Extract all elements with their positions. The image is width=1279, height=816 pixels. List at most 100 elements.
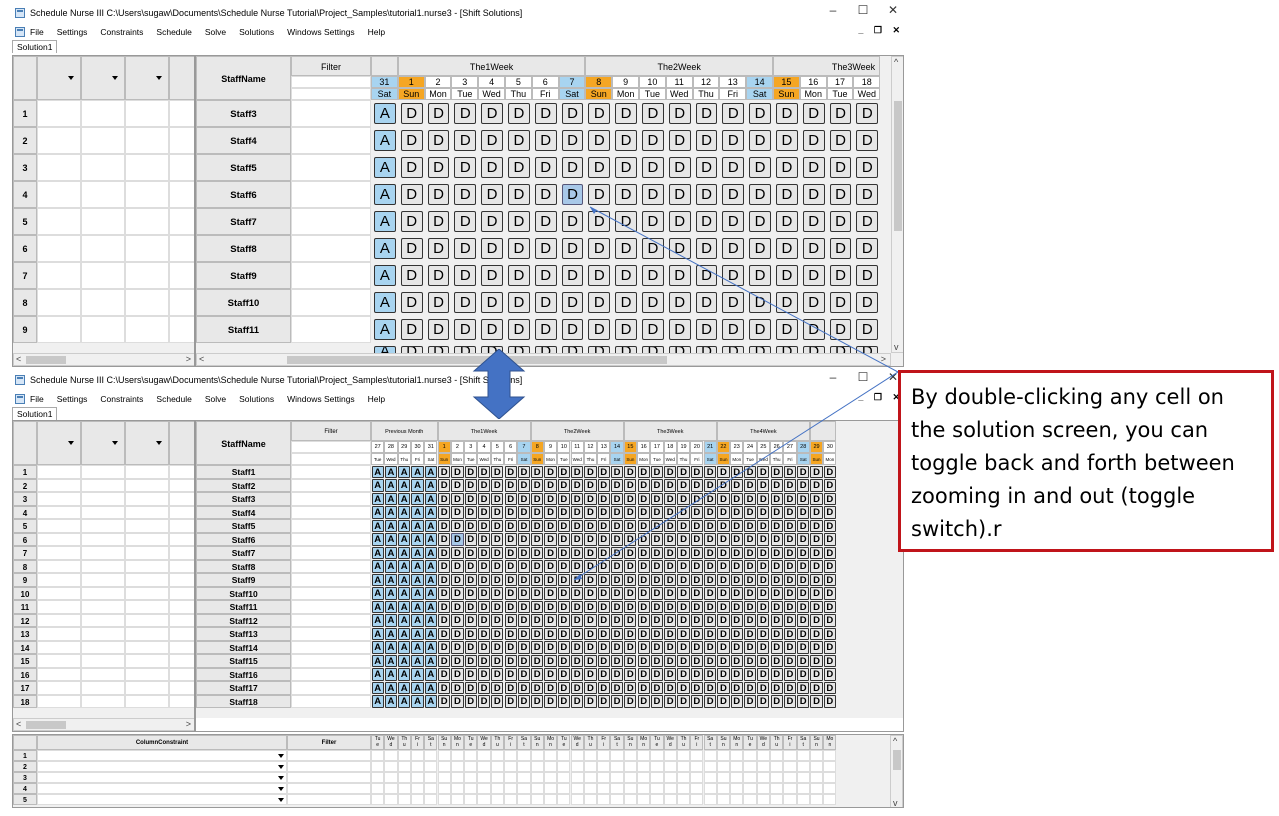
shift-cell[interactable]: D	[561, 292, 584, 313]
shift-cell[interactable]: D	[615, 130, 637, 151]
filter-cell[interactable]	[291, 235, 371, 262]
shift-cell[interactable]: D	[704, 600, 717, 613]
shift-cell[interactable]: D	[477, 560, 491, 573]
menu-windows-settings[interactable]: Windows Settings	[287, 27, 355, 37]
shift-cell[interactable]: D	[749, 292, 771, 313]
constraint-cell[interactable]	[783, 794, 797, 805]
shift-cell[interactable]: D	[690, 546, 703, 559]
constraint-cell[interactable]	[823, 772, 837, 783]
shift-cell[interactable]: D	[481, 319, 503, 340]
shift-cell[interactable]: D	[695, 184, 718, 205]
shift-cell[interactable]: D	[557, 627, 570, 640]
constraint-cell[interactable]	[770, 783, 784, 794]
shift-cell[interactable]: A	[411, 681, 424, 694]
shift-cell[interactable]: D	[704, 614, 717, 627]
shift-cell[interactable]: D	[757, 587, 770, 600]
shift-cell[interactable]: D	[637, 695, 650, 708]
shift-cell[interactable]: D	[491, 695, 504, 708]
shift-cell[interactable]: D	[677, 479, 690, 492]
menu-settings[interactable]: Settings	[57, 394, 88, 404]
shift-cell[interactable]: D	[531, 600, 544, 613]
horizontal-scrollbar[interactable]: < >	[13, 353, 194, 366]
constraint-cell[interactable]	[477, 783, 491, 794]
filter-cell[interactable]	[81, 478, 125, 492]
shift-cell[interactable]: D	[451, 560, 464, 573]
shift-cell[interactable]: D	[571, 506, 584, 519]
shift-cell[interactable]: D	[730, 492, 743, 505]
shift-cell[interactable]: D	[690, 519, 703, 532]
constraint-cell[interactable]	[637, 772, 651, 783]
constraint-cell[interactable]	[756, 750, 770, 761]
shift-cell[interactable]: D	[504, 560, 517, 573]
constraint-cell[interactable]	[504, 750, 518, 761]
shift-cell[interactable]: D	[856, 265, 879, 286]
shift-cell[interactable]: D	[544, 546, 557, 559]
shift-cell[interactable]: D	[730, 506, 743, 519]
shift-cell[interactable]: D	[477, 533, 491, 546]
shift-cell[interactable]: D	[464, 668, 477, 681]
shift-cell[interactable]: D	[770, 668, 783, 681]
shift-cell[interactable]: D	[584, 519, 597, 532]
shift-cell[interactable]: D	[438, 560, 451, 573]
shift-cell[interactable]: D	[650, 519, 664, 532]
constraint-cell[interactable]	[770, 750, 784, 761]
filter-cell[interactable]	[81, 573, 125, 587]
constraint-cell[interactable]	[490, 772, 504, 783]
shift-cell[interactable]: D	[757, 641, 770, 654]
shift-cell[interactable]: D	[481, 292, 503, 313]
shift-cell[interactable]: D	[517, 695, 531, 708]
constraint-cell[interactable]	[703, 761, 717, 772]
menu-file[interactable]: File	[30, 394, 44, 404]
shift-cell[interactable]: D	[776, 103, 798, 124]
shift-cell[interactable]: D	[491, 641, 504, 654]
constraint-cell[interactable]	[756, 761, 770, 772]
filter-cell[interactable]	[81, 600, 125, 614]
shift-cell[interactable]: D	[561, 184, 584, 205]
shift-cell[interactable]: D	[517, 641, 531, 654]
shift-cell[interactable]: A	[384, 560, 398, 573]
shift-cell[interactable]: D	[668, 292, 691, 313]
shift-cell[interactable]: D	[664, 519, 677, 532]
filter-cell[interactable]	[37, 613, 81, 627]
constraint-select[interactable]	[37, 772, 287, 783]
filter-cell[interactable]	[37, 519, 81, 533]
shift-cell[interactable]: A	[424, 627, 437, 640]
shift-cell[interactable]: D	[584, 479, 597, 492]
shift-cell[interactable]: D	[730, 614, 743, 627]
constraint-cell[interactable]	[730, 794, 744, 805]
shift-cell[interactable]: D	[624, 546, 637, 559]
constraint-cell[interactable]	[676, 772, 691, 783]
shift-cell[interactable]: D	[491, 492, 504, 505]
shift-cell[interactable]: A	[411, 465, 424, 478]
filter-cell[interactable]	[169, 586, 194, 600]
constraint-cell[interactable]	[557, 783, 571, 794]
shift-cell[interactable]: D	[776, 265, 798, 286]
shift-cell[interactable]: D	[749, 157, 771, 178]
shift-cell[interactable]: D	[743, 681, 757, 694]
filter-cell[interactable]	[291, 262, 371, 289]
shift-cell[interactable]: A	[398, 492, 411, 505]
shift-cell[interactable]: D	[531, 627, 544, 640]
shift-cell[interactable]: A	[398, 560, 411, 573]
filter-cell[interactable]	[169, 654, 194, 668]
shift-cell[interactable]: D	[561, 319, 584, 340]
shift-cell[interactable]: D	[749, 319, 771, 340]
shift-cell[interactable]: D	[722, 130, 745, 151]
shift-cell[interactable]: D	[749, 184, 771, 205]
shift-cell[interactable]: D	[823, 546, 836, 559]
constraint-cell[interactable]	[490, 761, 504, 772]
constraint-cell[interactable]	[809, 783, 824, 794]
shift-cell[interactable]: D	[451, 641, 464, 654]
shift-cell[interactable]: D	[690, 641, 703, 654]
constraint-cell[interactable]	[477, 750, 491, 761]
shift-cell[interactable]: D	[637, 465, 650, 478]
tab-solution1[interactable]: Solution1	[12, 40, 58, 53]
shift-cell[interactable]: D	[690, 533, 703, 546]
filter-cell[interactable]	[169, 573, 194, 587]
constraint-cell[interactable]	[464, 772, 478, 783]
shift-cell[interactable]: D	[615, 157, 637, 178]
shift-cell[interactable]: D	[704, 627, 717, 640]
shift-cell[interactable]: D	[610, 668, 624, 681]
shift-cell[interactable]: D	[534, 211, 557, 232]
shift-cell[interactable]: D	[557, 560, 570, 573]
